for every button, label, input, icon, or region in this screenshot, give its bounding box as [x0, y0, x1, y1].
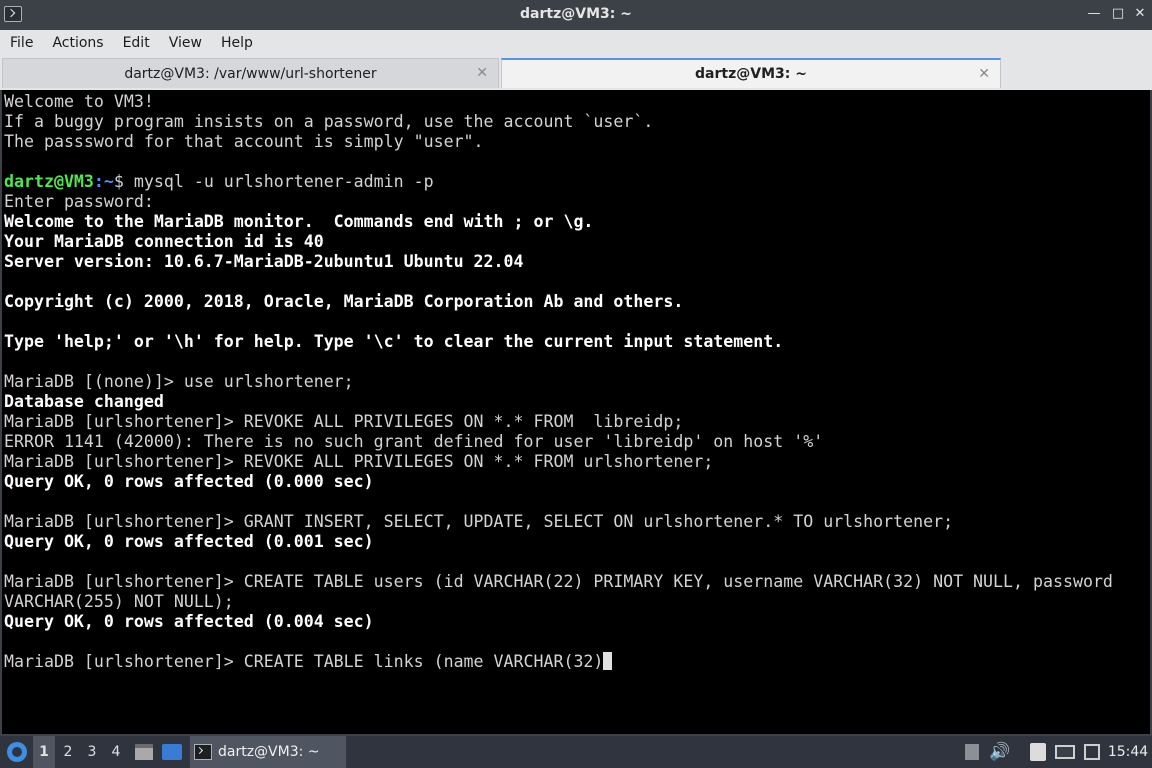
- terminal-line: MariaDB [urlshortener]> REVOKE ALL PRIVI…: [4, 412, 684, 431]
- terminal-line: MariaDB [(none)]> use urlshortener;: [4, 372, 354, 391]
- taskbar-task-terminal[interactable]: dartz@VM3: ~: [190, 736, 346, 768]
- tab-url-shortener[interactable]: dartz@VM3: /var/www/url-shortener ✕: [2, 58, 499, 88]
- clipboard-icon: [1030, 743, 1046, 761]
- file-manager-icon: [135, 744, 153, 760]
- terminal-line: Query OK, 0 rows affected (0.000 sec): [4, 472, 374, 491]
- menu-help[interactable]: Help: [217, 35, 257, 51]
- terminal-line: The passsword for that account is simply…: [4, 132, 484, 151]
- minimize-button[interactable]: —: [1084, 4, 1104, 24]
- terminal-line: Type 'help;' or '\h' for help. Type '\c'…: [4, 332, 784, 351]
- prompt-user: dartz@VM3: [4, 172, 94, 191]
- tray-clipboard[interactable]: [1028, 736, 1048, 768]
- terminal-line: Welcome to VM3!: [4, 92, 154, 111]
- tab-bar: dartz@VM3: /var/www/url-shortener ✕ dart…: [0, 56, 1152, 90]
- workspace-2[interactable]: 2: [57, 736, 79, 768]
- network-icon: [1055, 745, 1075, 759]
- current-input-line[interactable]: MariaDB [urlshortener]> CREATE TABLE lin…: [4, 652, 1113, 672]
- tray-notifications[interactable]: [1081, 736, 1103, 768]
- task-label: dartz@VM3: ~: [218, 744, 320, 760]
- notification-icon: [1084, 744, 1100, 760]
- prompt-path: :~: [93, 172, 114, 191]
- mariadb-session: MariaDB [(none)]> use urlshortener; Datab…: [4, 372, 1113, 652]
- terminal-area[interactable]: Welcome to VM3! If a buggy program insis…: [0, 90, 1152, 736]
- workspace-4[interactable]: 4: [105, 736, 127, 768]
- shell-command: mysql -u urlshortener-admin -p: [133, 172, 434, 191]
- tab-home[interactable]: dartz@VM3: ~ ✕: [501, 58, 1001, 88]
- terminal-line: Welcome to the MariaDB monitor. Commands…: [4, 212, 594, 231]
- tray-updates[interactable]: [962, 736, 982, 768]
- menu-actions[interactable]: Actions: [48, 35, 107, 51]
- terminal-output: Welcome to VM3! If a buggy program insis…: [4, 92, 1113, 672]
- terminal-line: Server version: 10.6.7-MariaDB-2ubuntu1 …: [4, 252, 524, 271]
- text-cursor: [603, 652, 613, 670]
- tab-close-icon[interactable]: ✕: [476, 65, 488, 81]
- tab-label: dartz@VM3: ~: [695, 66, 807, 82]
- menu-file[interactable]: File: [6, 35, 37, 51]
- close-window-button[interactable]: ✕: [1130, 4, 1150, 24]
- tray-volume[interactable]: 🔊: [988, 736, 1012, 768]
- terminal-line: VARCHAR(255) NOT NULL);: [4, 592, 234, 611]
- tray-network[interactable]: [1054, 736, 1076, 768]
- terminal-line: Query OK, 0 rows affected (0.004 sec): [4, 612, 374, 631]
- menu-view[interactable]: View: [165, 35, 206, 51]
- terminal-icon: [194, 744, 212, 760]
- terminal-line: MariaDB [urlshortener]> REVOKE ALL PRIVI…: [4, 452, 714, 471]
- terminal-line: Query OK, 0 rows affected (0.001 sec): [4, 532, 374, 551]
- prompt-end: $: [113, 172, 134, 191]
- current-input: MariaDB [urlshortener]> CREATE TABLE lin…: [4, 652, 604, 671]
- workspace-3[interactable]: 3: [81, 736, 103, 768]
- maximize-button[interactable]: □: [1108, 4, 1128, 24]
- menu-edit[interactable]: Edit: [119, 35, 154, 51]
- terminal-line: Copyright (c) 2000, 2018, Oracle, MariaD…: [4, 292, 684, 311]
- window-titlebar[interactable]: dartz@VM3: ~ — □ ✕: [0, 0, 1152, 30]
- workspace-1[interactable]: 1: [33, 736, 55, 768]
- app-menu-icon: [7, 742, 27, 762]
- show-desktop-button[interactable]: [160, 736, 184, 768]
- file-manager-launcher[interactable]: [133, 736, 155, 768]
- terminal-line: MariaDB [urlshortener]> GRANT INSERT, SE…: [4, 512, 954, 531]
- terminal-line: Database changed: [4, 392, 164, 411]
- menu-bar: File Actions Edit View Help: [0, 30, 1152, 56]
- clock[interactable]: 15:44: [1106, 736, 1150, 768]
- tab-label: dartz@VM3: /var/www/url-shortener: [124, 65, 377, 82]
- terminal-line: If a buggy program insists on a password…: [4, 112, 654, 131]
- terminal-line: Your MariaDB connection id is 40: [4, 232, 324, 251]
- terminal-line: Enter password:: [4, 192, 154, 211]
- taskbar: 1 2 3 4 dartz@VM3: ~ 🔊 15:44: [0, 736, 1152, 768]
- terminal-line: ERROR 1141 (42000): There is no such gra…: [4, 432, 824, 451]
- shell-prompt-line: dartz@VM3:~$ mysql -u urlshortener-admin…: [4, 172, 1113, 192]
- terminal-line: MariaDB [urlshortener]> CREATE TABLE use…: [4, 572, 1113, 591]
- window-title: dartz@VM3: ~: [520, 6, 632, 22]
- update-icon: [965, 744, 979, 760]
- tab-close-icon[interactable]: ✕: [978, 66, 990, 82]
- application-menu-button[interactable]: [4, 736, 30, 768]
- desktop-icon: [162, 744, 182, 760]
